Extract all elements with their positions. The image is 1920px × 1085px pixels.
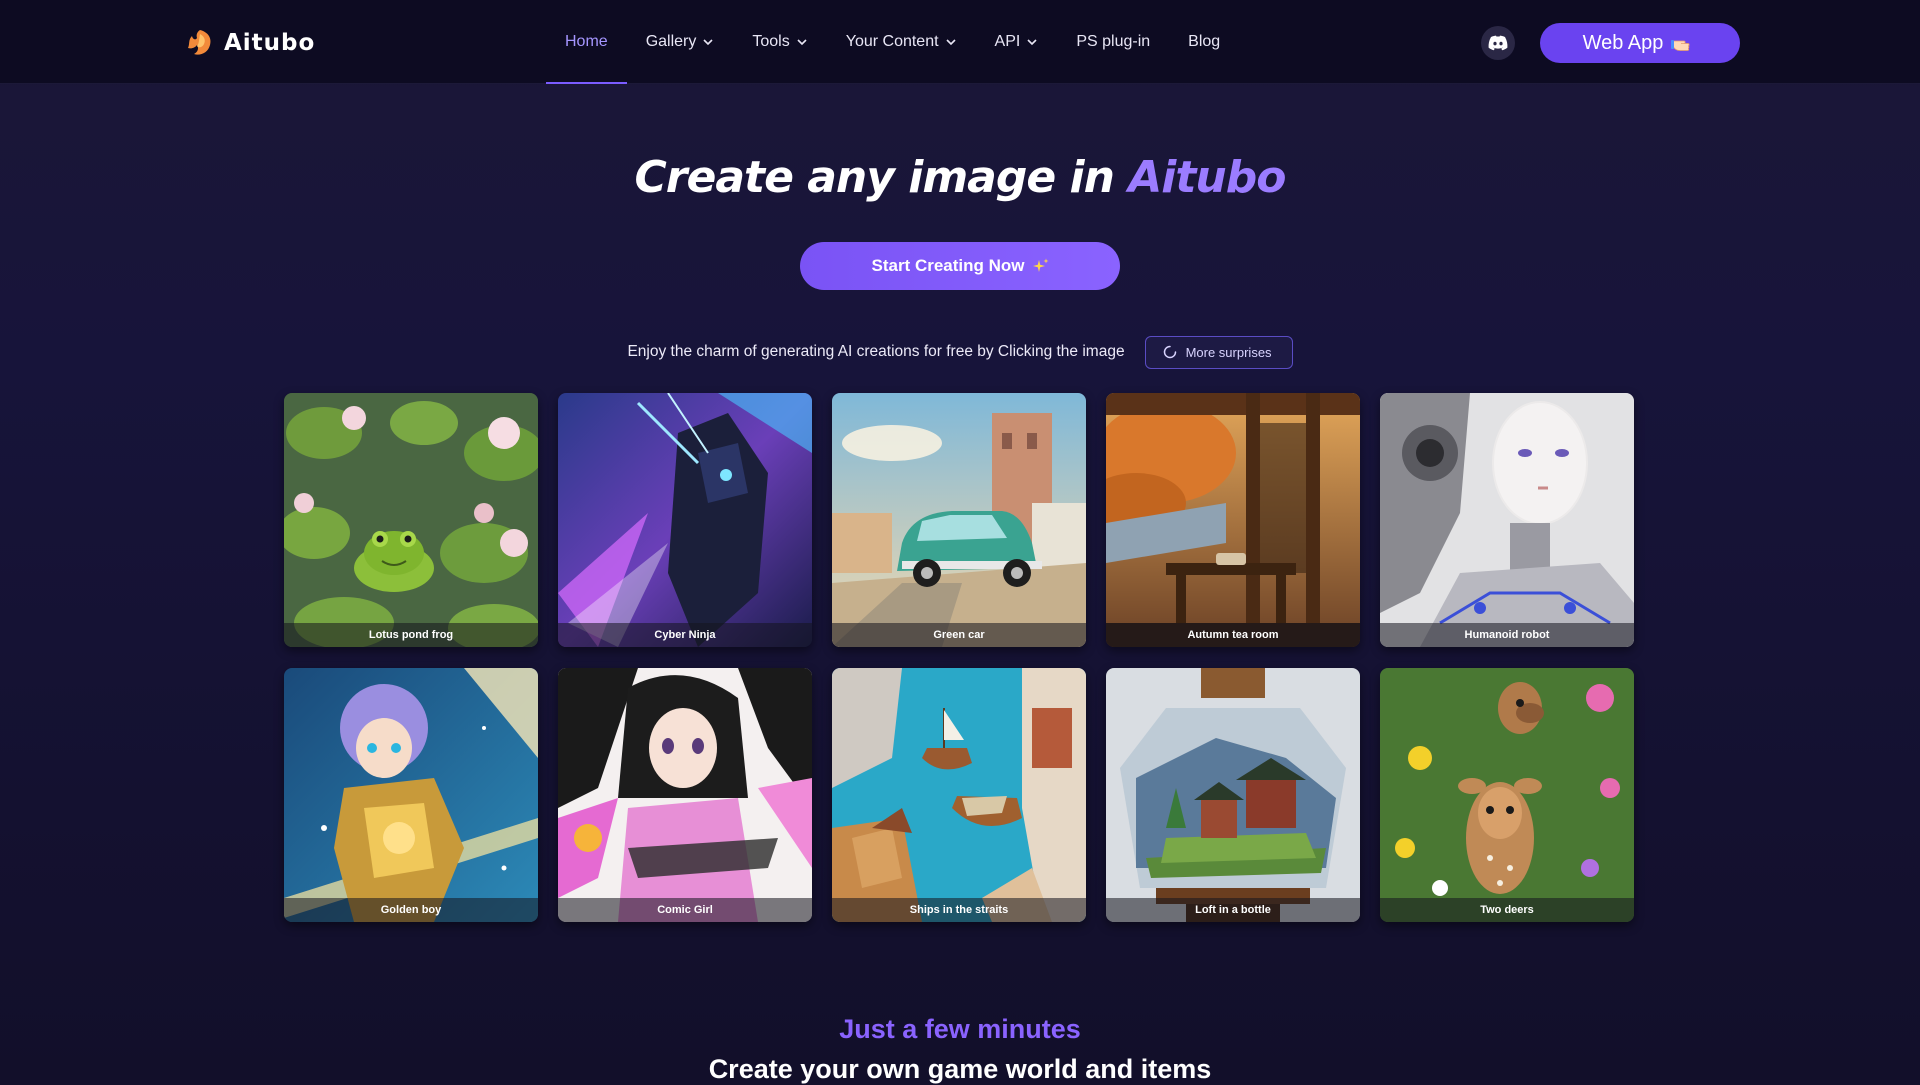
brand-name: Aitubo: [224, 30, 316, 56]
gallery-card-label: Comic Girl: [558, 898, 812, 922]
autumn-tea-room-image: [1106, 393, 1360, 647]
nav-blog-label: Blog: [1188, 33, 1221, 50]
nav-ps-plugin-label: PS plug-in: [1076, 33, 1151, 50]
gallery-card-label: Humanoid robot: [1380, 623, 1634, 647]
gallery-card-lotus-pond-frog[interactable]: Lotus pond frog: [284, 393, 538, 647]
chevron-down-icon: [1027, 39, 1037, 46]
nav-your-content-label: Your Content: [845, 33, 939, 50]
flame-logo-icon: [188, 30, 211, 55]
gallery-card-label: Autumn tea room: [1106, 623, 1360, 647]
gallery-card-green-car[interactable]: Green car: [832, 393, 1086, 647]
gallery-card-label: Green car: [832, 623, 1086, 647]
humanoid-robot-image: [1380, 393, 1634, 647]
gallery-card-humanoid-robot[interactable]: Humanoid robot: [1380, 393, 1634, 647]
gallery-card-label: Ships in the straits: [832, 898, 1086, 922]
gallery-intro: Enjoy the charm of generating AI creatio…: [0, 335, 1920, 369]
nav-gallery[interactable]: Gallery: [627, 0, 734, 84]
start-creating-button[interactable]: Start Creating Now: [800, 242, 1120, 290]
discord-button[interactable]: [1481, 26, 1515, 60]
nav-ps-plugin[interactable]: PS plug-in: [1057, 0, 1169, 84]
gallery-card-label: Golden boy: [284, 898, 538, 922]
chevron-down-icon: [703, 39, 713, 46]
golden-boy-image: [284, 668, 538, 922]
nav-home[interactable]: Home: [546, 0, 627, 84]
gallery-card-cyber-ninja[interactable]: Cyber Ninja: [558, 393, 812, 647]
loft-in-a-bottle-image: [1106, 668, 1360, 922]
web-app-button[interactable]: Web App: [1540, 23, 1740, 63]
nav-gallery-label: Gallery: [645, 33, 697, 50]
nav-api-label: API: [994, 33, 1021, 50]
brand-logo[interactable]: Aitubo: [184, 26, 315, 60]
more-surprises-label: More surprises: [1185, 344, 1272, 360]
ships-in-the-straits-image: [832, 668, 1086, 922]
gallery-card-comic-girl[interactable]: Comic Girl: [558, 668, 812, 922]
gallery-card-label: Cyber Ninja: [558, 623, 812, 647]
two-deers-image: [1380, 668, 1634, 922]
refresh-icon: [1163, 345, 1176, 359]
lotus-pond-frog-image: [284, 393, 538, 647]
section-title: Create your own game world and items: [708, 1054, 1212, 1084]
hero-title-prefix: Create any image in: [634, 152, 1129, 203]
chevron-down-icon: [945, 39, 956, 46]
nav-blog[interactable]: Blog: [1169, 0, 1239, 84]
start-creating-label: Start Creating Now: [871, 256, 1025, 275]
nav-tools-label: Tools: [752, 33, 790, 50]
nav-tools[interactable]: Tools: [733, 0, 826, 84]
gallery-intro-text: Enjoy the charm of generating AI creatio…: [627, 343, 1125, 360]
nav-home-label: Home: [565, 33, 608, 50]
gallery-card-autumn-tea-room[interactable]: Autumn tea room: [1106, 393, 1360, 647]
hero-title: Create any image in Aitubo: [0, 152, 1920, 203]
more-surprises-button[interactable]: More surprises: [1144, 335, 1293, 369]
gallery-card-label: Lotus pond frog: [284, 623, 538, 647]
comic-girl-image: [558, 668, 812, 922]
gallery-card-two-deers[interactable]: Two deers: [1380, 668, 1634, 922]
gallery-card-golden-boy[interactable]: Golden boy: [284, 668, 538, 922]
cyber-ninja-image: [558, 393, 812, 647]
nav-your-content[interactable]: Your Content: [827, 0, 976, 84]
discord-icon: [1488, 35, 1508, 51]
main-nav: Home Gallery Tools Your Content API PS p…: [546, 0, 1239, 84]
hero-title-accent: Aitubo: [1128, 152, 1286, 203]
green-car-image: [832, 393, 1086, 647]
web-app-label: Web App: [1582, 31, 1664, 54]
sample-gallery: Lotus pond frog Cyber Ninja Green car Au…: [284, 393, 1636, 922]
sparkle-icon: [1032, 258, 1049, 272]
gallery-card-loft-in-a-bottle[interactable]: Loft in a bottle: [1106, 668, 1360, 922]
gallery-card-ships-in-the-straits[interactable]: Ships in the straits: [832, 668, 1086, 922]
chevron-down-icon: [797, 39, 807, 46]
pointing-hand-icon: [1671, 40, 1690, 51]
gallery-card-label: Two deers: [1380, 898, 1634, 922]
section-kicker: Just a few minutes: [839, 1014, 1081, 1044]
gallery-card-label: Loft in a bottle: [1106, 898, 1360, 922]
nav-api[interactable]: API: [976, 0, 1058, 84]
top-navbar: Aitubo Home Gallery Tools Your Content A…: [0, 0, 1920, 84]
